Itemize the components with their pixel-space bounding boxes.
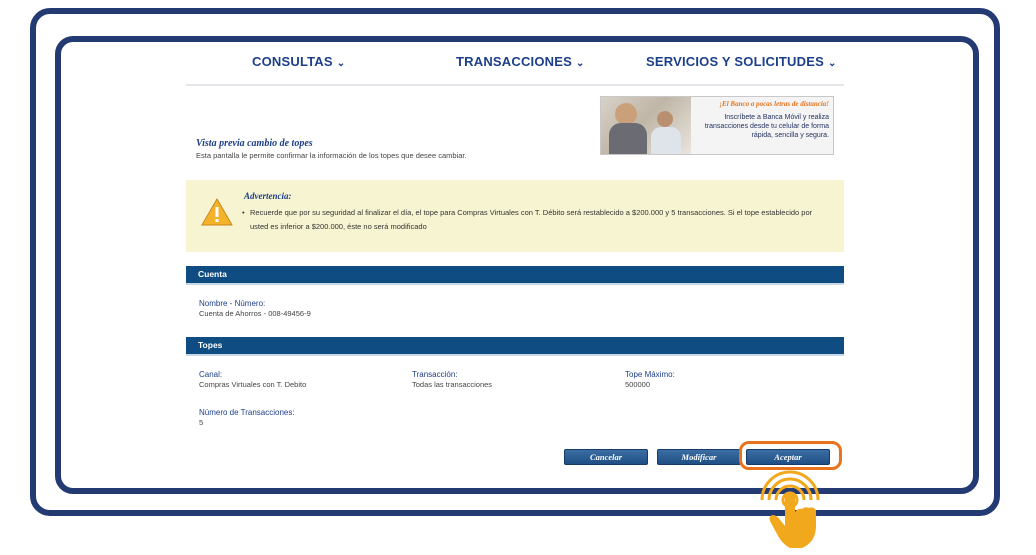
nav-transacciones-label: TRANSACCIONES — [456, 54, 572, 69]
warning-box: Advertencia: • Recuerde que por su segur… — [186, 180, 844, 252]
warning-text: Recuerde que por su seguridad al finaliz… — [250, 208, 813, 231]
cuenta-value: Cuenta de Ahorros - 008-49456-9 — [199, 309, 311, 318]
nav-consultas[interactable]: CONSULTAS ⌄ — [252, 54, 345, 69]
nav-servicios[interactable]: SERVICIOS Y SOLICITUDES ⌄ — [646, 54, 837, 69]
modify-button[interactable]: Modificar — [657, 449, 741, 465]
top-nav: CONSULTAS ⌄ TRANSACCIONES ⌄ SERVICIOS Y SO… — [186, 40, 844, 86]
transaccion-value: Todas las transacciones — [412, 380, 493, 389]
tap-hand-icon — [760, 470, 820, 548]
cuenta-label: Nombre - Número: — [199, 299, 266, 308]
nav-consultas-label: CONSULTAS — [252, 54, 333, 69]
section-cuenta-title: Cuenta — [198, 269, 227, 279]
section-cuenta-header: Cuenta — [186, 266, 844, 285]
tope-value: 500000 — [625, 380, 651, 389]
canal-value: Compras Virtuales con T. Debito — [199, 380, 307, 389]
chevron-down-icon: ⌄ — [576, 58, 585, 69]
section-topes-header: Topes — [186, 337, 844, 356]
num-transacciones-value: 5 — [199, 418, 204, 427]
transaccion-label: Transacción: — [412, 370, 458, 379]
warning-icon — [201, 198, 233, 226]
warning-title: Advertencia: — [244, 191, 292, 201]
nav-transacciones[interactable]: TRANSACCIONES ⌄ — [456, 54, 585, 69]
bullet: • — [242, 208, 245, 217]
warning-text-wrap: • Recuerde que por su seguridad al final… — [242, 206, 830, 234]
banner-photo — [601, 97, 691, 154]
num-transacciones-label: Número de Transacciones: — [199, 408, 295, 417]
tope-label: Tope Máximo: — [625, 370, 675, 379]
nav-servicios-label: SERVICIOS Y SOLICITUDES — [646, 54, 824, 69]
page-subtitle: Esta pantalla le permite confirmar la in… — [196, 151, 467, 160]
banner-headline: ¡El Banco a pocas letras de distancia! — [719, 100, 829, 108]
cancel-button[interactable]: Cancelar — [564, 449, 648, 465]
bank-page: CONSULTAS ⌄ TRANSACCIONES ⌄ SERVICIOS Y SO… — [186, 40, 844, 480]
promo-banner[interactable]: ¡El Banco a pocas letras de distancia! I… — [600, 96, 834, 155]
canal-label: Canal: — [199, 370, 223, 379]
chevron-down-icon: ⌄ — [827, 58, 837, 69]
page-title: Vista previa cambio de topes — [196, 138, 313, 149]
section-topes-title: Topes — [198, 340, 223, 350]
banner-body: Inscríbete a Banca Móvil y realiza trans… — [704, 114, 829, 139]
chevron-down-icon: ⌄ — [336, 58, 346, 69]
